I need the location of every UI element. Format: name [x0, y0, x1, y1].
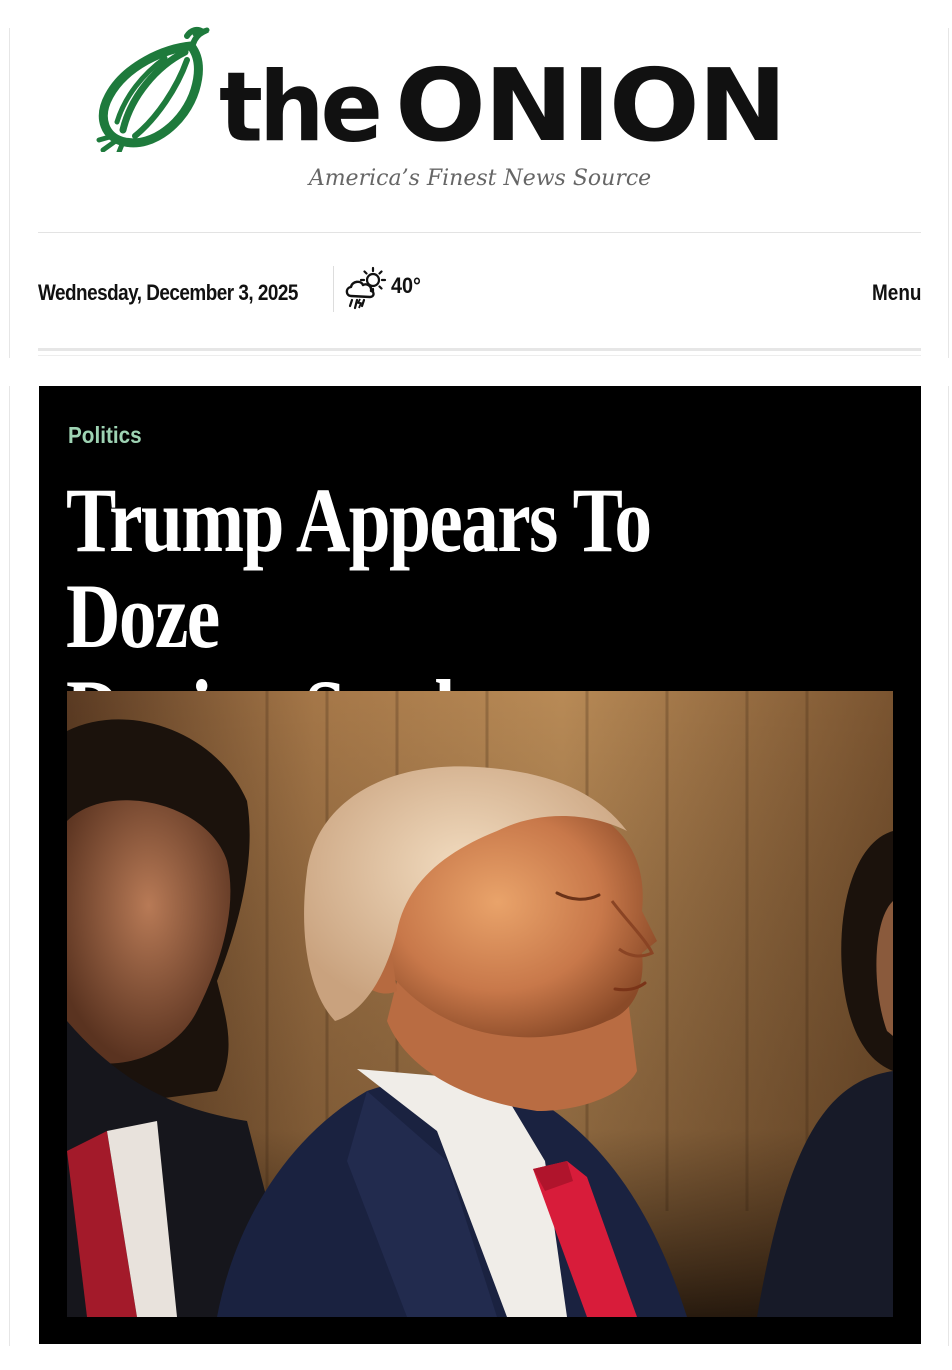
menu-button[interactable]: Menu: [872, 280, 921, 306]
partly-cloudy-storm-icon: [345, 266, 387, 310]
wordmark-the: the: [219, 51, 383, 164]
weather-widget[interactable]: 40°: [343, 264, 424, 314]
masthead: the ONION America’s Finest News Source: [0, 20, 952, 210]
wordmark: the ONION: [219, 36, 787, 164]
header-divider: [38, 232, 921, 233]
onion-logo-icon: [96, 26, 210, 152]
site-logo-link[interactable]: the ONION: [95, 26, 865, 156]
site-tagline: America’s Finest News Source: [308, 166, 652, 191]
info-bar: Wednesday, December 3, 2025 40° Menu: [38, 262, 921, 314]
temperature: 40°: [391, 273, 421, 298]
category-label[interactable]: Politics: [68, 422, 142, 449]
featured-article: Politics Trump Appears To Doze During St…: [39, 386, 921, 1344]
current-date: Wednesday, December 3, 2025: [38, 280, 298, 305]
wordmark-onion: ONION: [394, 47, 787, 164]
page-border-left-lower: [9, 386, 10, 1346]
info-bar-divider: [333, 266, 334, 312]
headline-line-1: Trump Appears To Doze: [66, 469, 652, 667]
article-photo-image: [67, 691, 893, 1317]
article-photo[interactable]: [67, 691, 893, 1317]
page-border-right-lower: [948, 386, 949, 1346]
nav-divider-thick: [38, 348, 921, 351]
nav-divider-thin: [38, 355, 921, 356]
